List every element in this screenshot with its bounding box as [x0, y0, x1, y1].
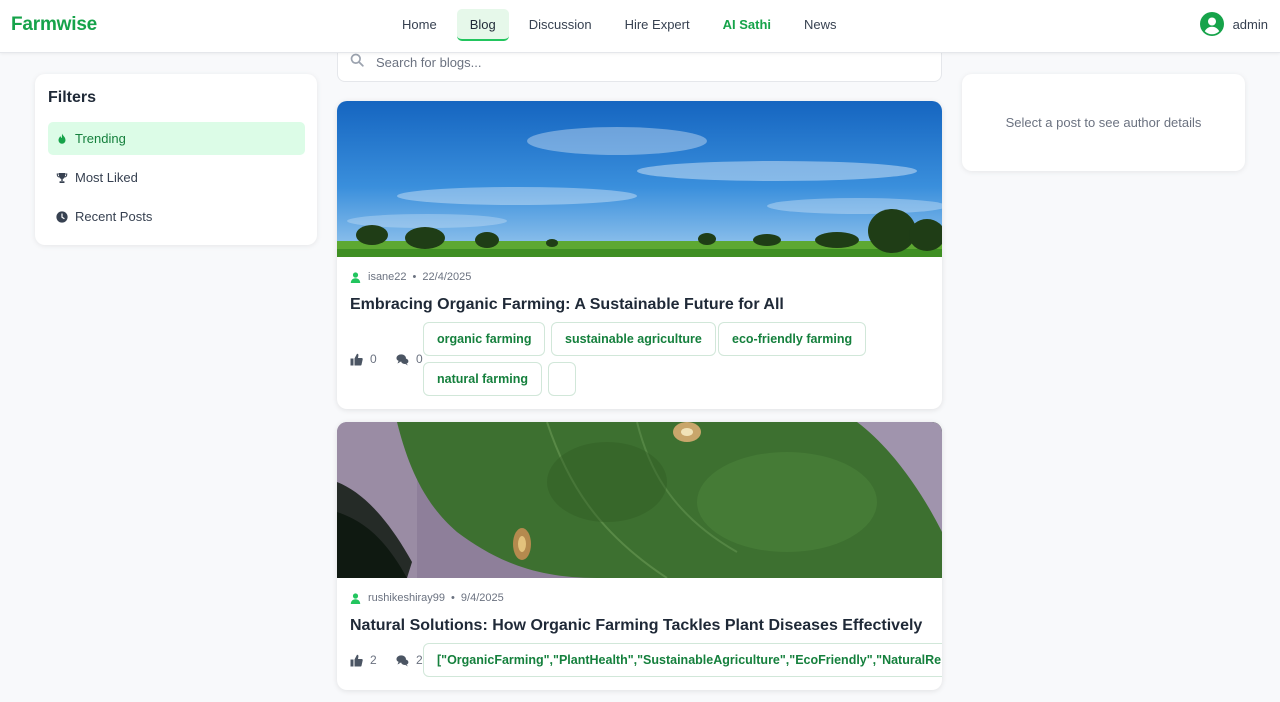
search-input[interactable]	[376, 51, 916, 73]
post-image[interactable]	[337, 101, 942, 257]
post-date: 9/4/2025	[460, 592, 504, 604]
comment-count: 0	[416, 352, 423, 366]
user-menu[interactable]: admin	[1199, 12, 1268, 36]
post-meta: rushikeshiray99 • 9/4/2025	[350, 592, 504, 604]
user-icon	[350, 271, 361, 283]
nav-home[interactable]: Home	[389, 9, 450, 41]
author-panel-placeholder: Select a post to see author details	[1005, 115, 1202, 130]
comment-button[interactable]: 2	[396, 653, 423, 667]
nav-ai-sathi[interactable]: AI Sathi	[710, 9, 784, 41]
like-button[interactable]: 2	[350, 653, 377, 667]
post-date: 22/4/2025	[422, 271, 472, 283]
trophy-icon	[56, 172, 68, 183]
user-name: admin	[1232, 16, 1268, 32]
comments-icon	[396, 654, 409, 666]
post-tag[interactable]: sustainable agriculture	[551, 322, 716, 356]
user-icon	[350, 592, 361, 604]
filter-trending[interactable]: Trending	[48, 122, 305, 155]
nav-blog[interactable]: Blog	[456, 9, 509, 41]
clock-icon	[56, 210, 68, 223]
user-circle-icon	[1199, 12, 1224, 36]
post-tag-empty[interactable]	[548, 362, 576, 396]
nav-news[interactable]: News	[791, 9, 850, 41]
nav-discussion[interactable]: Discussion	[516, 9, 605, 41]
like-count: 0	[370, 352, 377, 366]
filter-label: Most Liked	[75, 170, 138, 185]
filter-label: Trending	[75, 131, 126, 146]
separator-dot: •	[451, 592, 455, 604]
filter-label: Recent Posts	[75, 209, 153, 224]
comments-icon	[396, 353, 409, 365]
post-author[interactable]: rushikeshiray99	[368, 592, 445, 604]
post-tag[interactable]: ["OrganicFarming","PlantHealth","Sustain…	[423, 643, 942, 677]
filters-panel: Filters Trending Most Liked Recent Posts	[35, 74, 317, 245]
blog-post-card[interactable]: isane22 • 22/4/2025 Embracing Organic Fa…	[337, 101, 942, 409]
like-count: 2	[370, 653, 377, 667]
filters-title: Filters	[48, 89, 97, 106]
blog-post-card[interactable]: rushikeshiray99 • 9/4/2025 Natural Solut…	[337, 422, 942, 690]
top-navbar: Farmwise Home Blog Discussion Hire Exper…	[0, 0, 1280, 53]
fire-icon	[58, 133, 66, 144]
separator-dot: •	[412, 271, 417, 283]
post-tag[interactable]: eco-friendly farming	[718, 322, 867, 356]
comment-count: 2	[416, 653, 423, 667]
post-meta: isane22 • 22/4/2025	[350, 271, 471, 283]
comment-button[interactable]: 0	[396, 352, 423, 366]
author-details-panel: Select a post to see author details	[962, 74, 1245, 171]
search-icon	[350, 53, 364, 67]
post-author[interactable]: isane22	[368, 271, 407, 283]
nav-hire-expert[interactable]: Hire Expert	[612, 9, 703, 41]
thumbs-up-icon	[350, 353, 363, 365]
post-tag[interactable]: natural farming	[423, 362, 542, 396]
like-button[interactable]: 0	[350, 352, 377, 366]
post-title[interactable]: Natural Solutions: How Organic Farming T…	[350, 617, 922, 635]
post-tag[interactable]: organic farming	[423, 322, 546, 356]
post-image[interactable]	[337, 422, 942, 578]
main-nav: Home Blog Discussion Hire Expert AI Sath…	[389, 9, 857, 41]
brand-logo[interactable]: Farmwise	[11, 14, 97, 36]
post-title[interactable]: Embracing Organic Farming: A Sustainable…	[350, 296, 784, 314]
filter-most-liked[interactable]: Most Liked	[48, 161, 305, 194]
filter-recent-posts[interactable]: Recent Posts	[48, 200, 305, 233]
thumbs-up-icon	[350, 654, 363, 666]
